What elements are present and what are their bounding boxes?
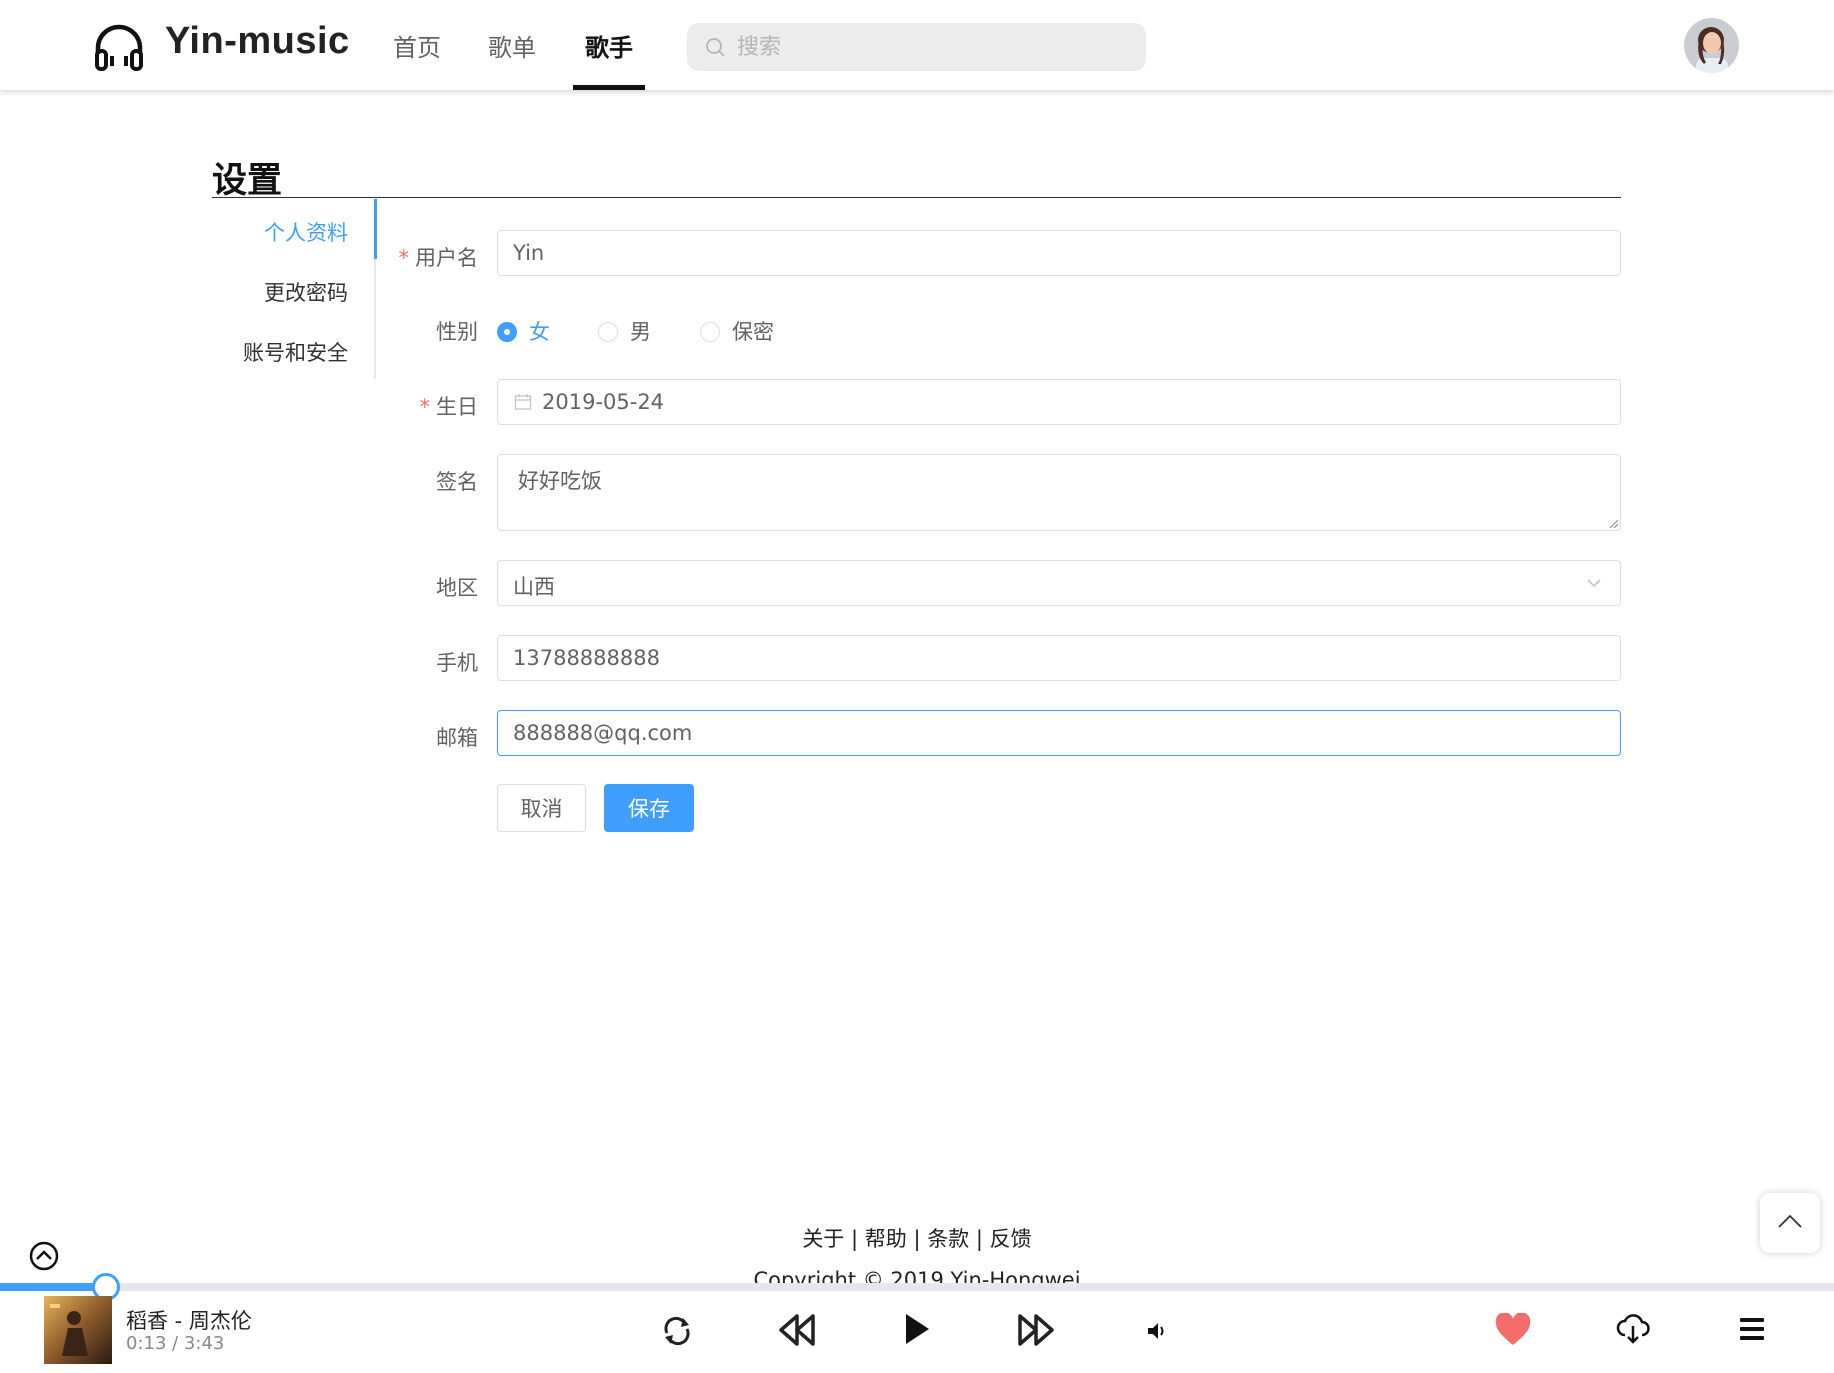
birthday-value: 2019-05-24 [542, 390, 665, 414]
chevron-down-icon [1587, 579, 1601, 588]
username-field[interactable]: Yin [497, 230, 1621, 276]
gender-label: 性别 [436, 320, 478, 344]
download-icon[interactable] [1616, 1313, 1650, 1345]
radio-dot [598, 322, 618, 342]
signature-value: 好好吃饭 [518, 469, 602, 493]
email-field[interactable]: 888888@qq.com [497, 710, 1621, 756]
phone-value: 13788888888 [513, 646, 660, 670]
loop-icon[interactable] [661, 1315, 693, 1347]
cancel-button[interactable]: 取消 [497, 784, 586, 832]
search-icon [706, 38, 725, 57]
email-label: 邮箱 [436, 726, 478, 750]
song-title: 稻香 - 周杰伦 [126, 1309, 252, 1333]
chevron-up-icon [1778, 1214, 1802, 1228]
calendar-icon [514, 394, 532, 410]
next-icon[interactable] [1016, 1312, 1056, 1348]
user-avatar[interactable] [1684, 18, 1739, 73]
title-divider [212, 197, 1621, 198]
footer-separator: | [851, 1227, 859, 1251]
top-header: Yin-music 首页 歌单 歌手 [0, 0, 1834, 90]
page-title: 设置 [212, 161, 283, 201]
progress-track[interactable] [0, 1283, 1834, 1291]
birthday-label: * 生日 [419, 395, 479, 419]
phone-field[interactable]: 13788888888 [497, 635, 1621, 681]
signature-textarea[interactable]: 好好吃饭 [497, 454, 1621, 531]
region-value: 山西 [513, 575, 555, 599]
brand-name[interactable]: Yin-music [165, 20, 350, 63]
region-select[interactable]: 山西 [497, 560, 1621, 606]
birthday-field[interactable]: 2019-05-24 [497, 379, 1621, 425]
player-collapse-icon[interactable] [28, 1240, 60, 1272]
album-cover[interactable] [44, 1296, 112, 1364]
email-value: 888888@qq.com [513, 721, 693, 745]
sidebar-item-account-security[interactable]: 账号和安全 [212, 337, 348, 367]
footer-link-help[interactable]: 帮助 [865, 1227, 907, 1251]
footer-link-feedback[interactable]: 反馈 [990, 1227, 1032, 1251]
gender-radio-male[interactable]: 男 [598, 316, 651, 346]
phone-label: 手机 [436, 651, 478, 675]
search-box [687, 23, 1146, 71]
gender-radio-female[interactable]: 女 [497, 316, 550, 346]
search-input[interactable] [737, 31, 1127, 63]
signature-label: 签名 [436, 470, 478, 494]
progress-fill [0, 1283, 107, 1291]
footer-link-about[interactable]: 关于 [802, 1227, 844, 1251]
region-label: 地区 [436, 576, 478, 600]
nav-home[interactable]: 首页 [393, 28, 441, 63]
song-time: 0:13 / 3:43 [126, 1333, 225, 1354]
nav-playlists[interactable]: 歌单 [488, 28, 536, 63]
username-label: * 用户名 [398, 246, 479, 270]
save-button[interactable]: 保存 [604, 784, 694, 832]
play-icon[interactable] [902, 1311, 932, 1347]
footer-link-terms[interactable]: 条款 [927, 1227, 969, 1251]
username-value: Yin [513, 241, 545, 265]
radio-dot [497, 322, 517, 342]
playlist-icon[interactable] [1738, 1316, 1766, 1342]
heart-icon[interactable] [1494, 1313, 1532, 1347]
back-to-top-button[interactable] [1760, 1193, 1820, 1253]
nav-singers[interactable]: 歌手 [585, 28, 633, 63]
gender-radio-secret[interactable]: 保密 [700, 316, 774, 346]
nav-active-indicator [573, 85, 645, 90]
footer-separator: | [975, 1227, 983, 1251]
resize-handle-icon[interactable] [1608, 518, 1618, 528]
sidebar-item-profile[interactable]: 个人资料 [212, 217, 348, 247]
headphones-icon[interactable] [92, 20, 146, 74]
footer-separator: | [913, 1227, 921, 1251]
sidebar-item-change-password[interactable]: 更改密码 [212, 277, 348, 307]
footer-links: 关于 | 帮助 | 条款 | 反馈 [0, 1223, 1834, 1253]
volume-icon[interactable] [1146, 1320, 1168, 1342]
previous-icon[interactable] [777, 1312, 817, 1348]
radio-dot [700, 322, 720, 342]
